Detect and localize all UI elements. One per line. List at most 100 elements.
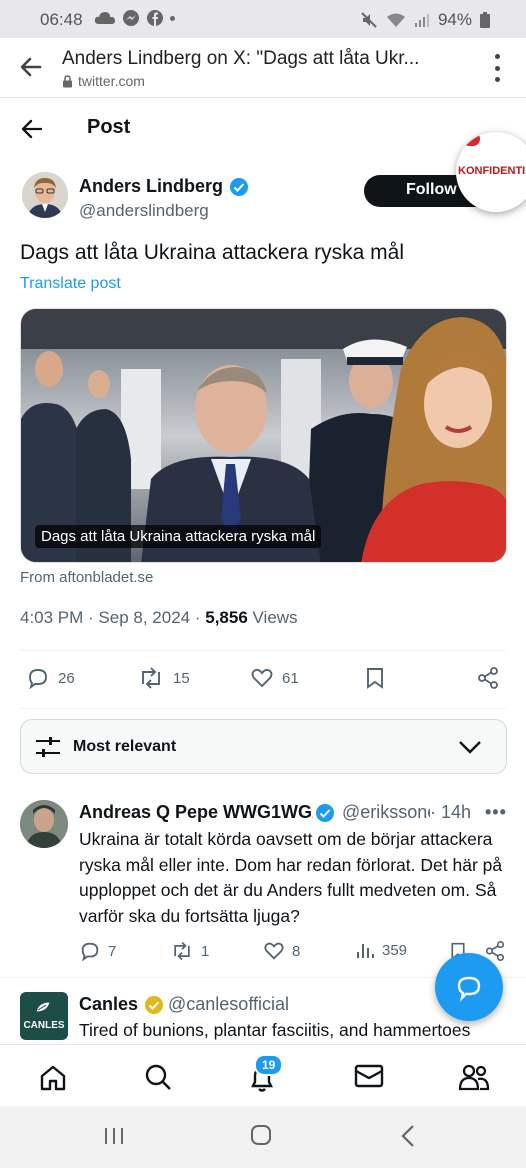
browser-toolbar: Anders Lindberg on X: "Dags att låta Ukr… bbox=[0, 38, 526, 98]
android-nav-bar bbox=[0, 1106, 526, 1168]
reply-sort-dropdown[interactable]: Most relevant bbox=[20, 719, 507, 774]
post-header: Post bbox=[0, 110, 526, 150]
konfidentiell-overlay-badge[interactable]: KONFIDENTIELL bbox=[456, 132, 526, 212]
chevron-down-icon bbox=[459, 741, 481, 754]
verified-badge-icon bbox=[230, 177, 249, 196]
reply-reply-count: 7 bbox=[108, 942, 117, 960]
bookmark-button[interactable] bbox=[364, 666, 386, 690]
status-bar: 06:48 94% bbox=[0, 0, 526, 38]
overlay-badge-text: KONFIDENTIELL bbox=[458, 165, 526, 177]
reply-reply-button[interactable]: 7 bbox=[79, 940, 116, 962]
ad-name[interactable]: Canles bbox=[79, 994, 164, 1015]
author-avatar[interactable] bbox=[22, 172, 68, 218]
messenger-icon bbox=[123, 10, 139, 26]
gold-verified-badge-icon bbox=[145, 995, 164, 1014]
heart-icon bbox=[251, 668, 273, 688]
reply-author-name[interactable]: Andreas Q Pepe WWG1WGA bbox=[79, 802, 313, 823]
compose-fab[interactable] bbox=[435, 953, 503, 1021]
share-button[interactable] bbox=[476, 666, 500, 690]
status-time: 06:48 bbox=[40, 10, 83, 29]
recent-apps-icon[interactable] bbox=[103, 1126, 125, 1146]
reply-text: Ukraina är totalt körda oavsett om de bö… bbox=[79, 829, 503, 926]
chat-bubble-icon bbox=[457, 976, 481, 1002]
canles-leaf-icon bbox=[35, 1001, 51, 1013]
notifications-badge: 19 bbox=[254, 1054, 284, 1076]
facebook-icon bbox=[147, 10, 163, 26]
cloud-icon bbox=[94, 12, 115, 24]
status-system-icons: 94% bbox=[360, 10, 490, 30]
post-header-title: Post bbox=[87, 116, 131, 138]
lock-icon bbox=[63, 74, 72, 87]
verified-badge-icon bbox=[316, 804, 334, 822]
views-count: 5,856 bbox=[205, 608, 248, 627]
like-button[interactable]: 61 bbox=[250, 666, 299, 690]
author-name[interactable]: Anders Lindberg bbox=[79, 176, 249, 197]
back-arrow-icon[interactable] bbox=[18, 54, 44, 80]
divider bbox=[20, 708, 506, 709]
back-nav-icon[interactable] bbox=[400, 1124, 416, 1148]
wifi-icon bbox=[386, 13, 405, 27]
reply-avatar[interactable] bbox=[20, 800, 68, 848]
search-icon[interactable] bbox=[144, 1063, 172, 1091]
mute-icon bbox=[361, 12, 377, 28]
card-caption: Dags att låta Ukraina attackera ryska må… bbox=[35, 525, 322, 548]
like-count: 61 bbox=[282, 669, 299, 687]
status-dot bbox=[170, 15, 175, 21]
battery-percent: 94% bbox=[437, 10, 472, 29]
ad-text: Tired of bunions, plantar fasciitis, and… bbox=[79, 1020, 471, 1040]
tweet-time[interactable]: 4:03 PM bbox=[20, 608, 83, 627]
ad-logo-text: CANLES bbox=[23, 1020, 65, 1031]
communities-icon[interactable] bbox=[458, 1063, 490, 1091]
reply-repost-count: 1 bbox=[201, 942, 210, 960]
tweet-date[interactable]: Sep 8, 2024 bbox=[98, 608, 190, 627]
sort-label: Most relevant bbox=[73, 738, 177, 755]
reply-repost-button[interactable]: 1 bbox=[170, 940, 209, 962]
back-arrow-icon[interactable] bbox=[20, 118, 44, 140]
ad-name-text: Canles bbox=[79, 994, 139, 1014]
url-display[interactable]: twitter.com bbox=[62, 73, 145, 89]
ad-handle[interactable]: @canlesofficial bbox=[168, 994, 289, 1015]
mail-icon[interactable] bbox=[354, 1063, 384, 1089]
reply-author-handle[interactable]: @erikssoné bbox=[342, 802, 430, 823]
reply-header: Andreas Q Pepe WWG1WGA @erikssoné · 14h … bbox=[79, 802, 519, 826]
signal-icon bbox=[414, 14, 429, 27]
home-nav-icon[interactable] bbox=[250, 1124, 272, 1146]
bookmark-icon bbox=[367, 668, 383, 689]
reply-button[interactable]: 26 bbox=[26, 666, 75, 690]
tweet-text: Dags att låta Ukraina attackera ryska må… bbox=[20, 241, 404, 264]
views-label: Views bbox=[252, 608, 298, 627]
home-icon[interactable] bbox=[38, 1063, 68, 1093]
author-handle: @anderslindberg bbox=[79, 201, 209, 220]
browser-menu-icon[interactable] bbox=[492, 54, 502, 82]
reply-time[interactable]: · 14h bbox=[430, 802, 471, 823]
reply-like-button[interactable]: 8 bbox=[263, 940, 300, 962]
translate-post-link[interactable]: Translate post bbox=[20, 275, 121, 293]
reply-like-count: 8 bbox=[292, 942, 301, 960]
reply-icon bbox=[81, 942, 99, 962]
ad-logo[interactable]: CANLES bbox=[20, 992, 68, 1040]
share-icon bbox=[478, 667, 498, 689]
status-notification-icons bbox=[94, 9, 175, 27]
tweet-meta: 4:03 PM · Sep 8, 2024 · 5,856 Views bbox=[20, 608, 298, 627]
card-source[interactable]: From aftonbladet.se bbox=[20, 569, 153, 586]
reply-views-count: 359 bbox=[382, 941, 408, 959]
url-text: twitter.com bbox=[78, 73, 145, 89]
reply-count: 26 bbox=[58, 669, 75, 687]
repost-icon bbox=[174, 941, 190, 961]
sliders-icon bbox=[36, 737, 60, 757]
reply-icon bbox=[29, 669, 47, 690]
battery-icon bbox=[480, 12, 490, 28]
link-card[interactable]: Dags att låta Ukraina attackera ryska må… bbox=[20, 308, 507, 563]
overlay-red-dot bbox=[462, 132, 480, 146]
repost-count: 15 bbox=[173, 669, 190, 687]
heart-icon bbox=[264, 942, 284, 960]
reply-views-button[interactable]: 359 bbox=[355, 940, 407, 960]
views-chart-icon bbox=[357, 944, 374, 958]
repost-button[interactable]: 15 bbox=[137, 666, 190, 690]
tweet-action-bar: 26 15 61 bbox=[0, 666, 526, 696]
more-options-icon[interactable]: ••• bbox=[485, 802, 507, 823]
page-title: Anders Lindberg on X: "Dags att låta Ukr… bbox=[62, 48, 420, 69]
author-name-text: Anders Lindberg bbox=[79, 176, 224, 196]
divider bbox=[20, 650, 506, 651]
repost-icon bbox=[142, 667, 160, 689]
